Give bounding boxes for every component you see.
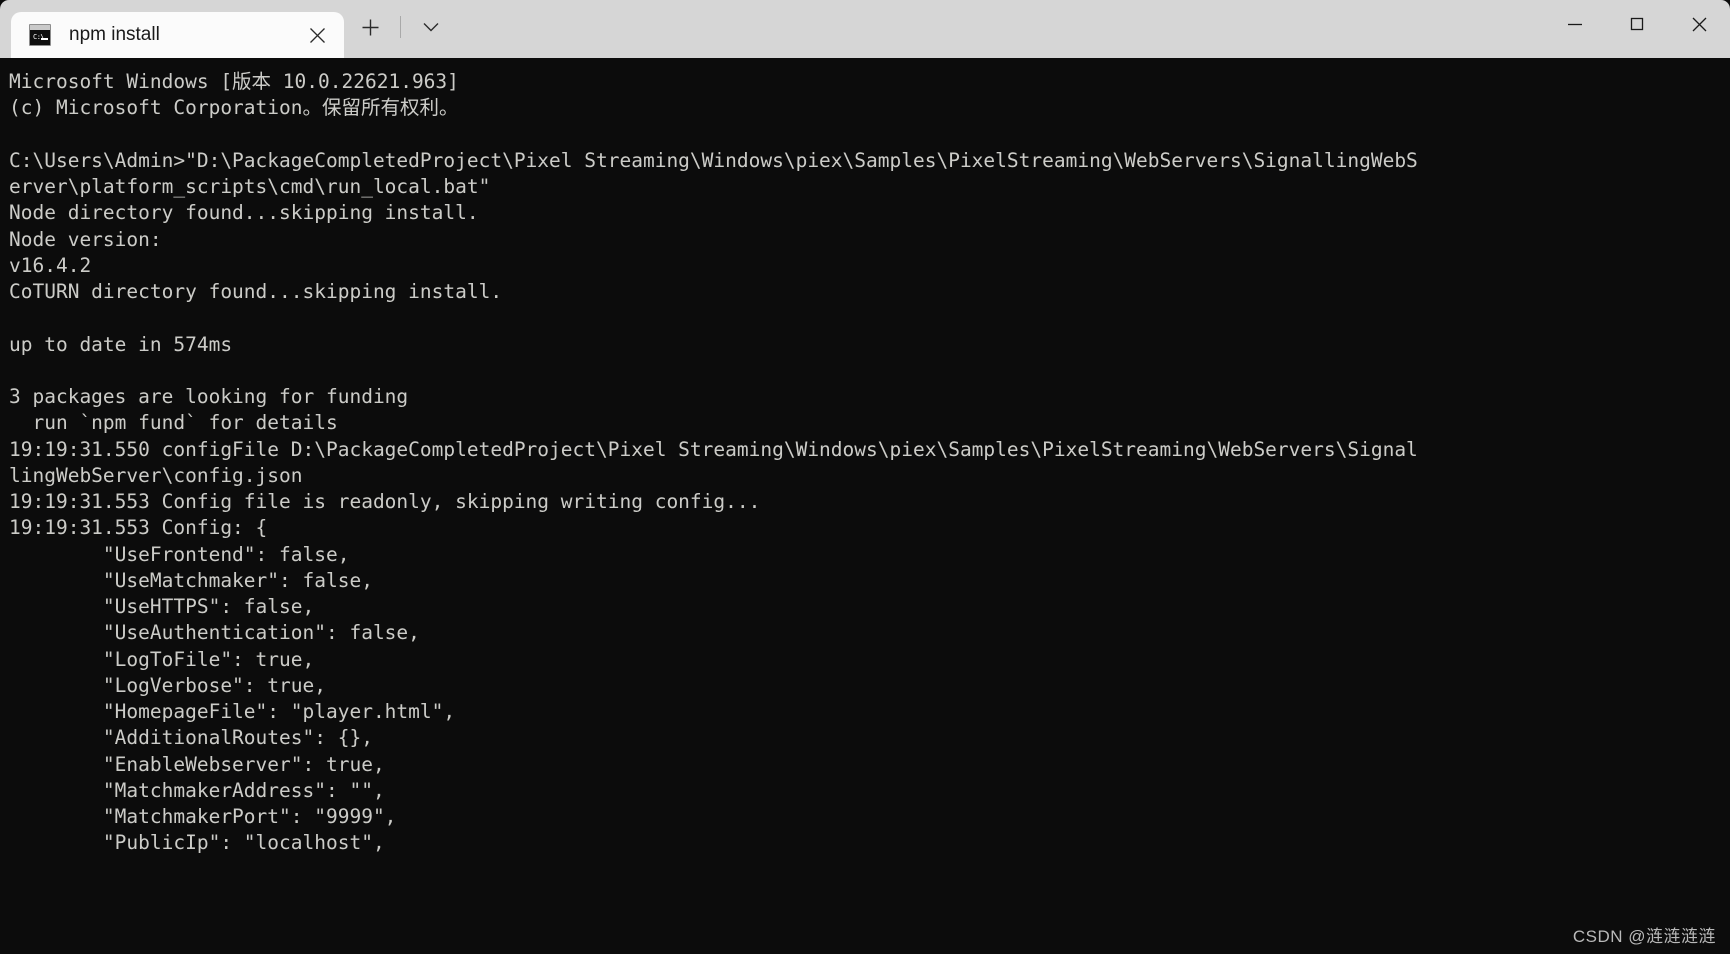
tab-strip: C:\ npm install	[0, 0, 344, 58]
tab-strip-divider	[400, 16, 401, 38]
tab-dropdown-button[interactable]	[411, 8, 451, 46]
tab-strip-actions	[344, 0, 451, 58]
tab-close-icon[interactable]	[300, 18, 334, 52]
maximize-button[interactable]	[1606, 0, 1668, 48]
window-controls	[1544, 0, 1730, 58]
close-button[interactable]	[1668, 0, 1730, 48]
minimize-button[interactable]	[1544, 0, 1606, 48]
console-icon: C:\	[29, 24, 51, 46]
tab-title: npm install	[69, 24, 160, 45]
title-bar: C:\ npm install	[0, 0, 1730, 58]
tab-npm-install[interactable]: C:\ npm install	[11, 12, 344, 58]
terminal-output-area[interactable]: Microsoft Windows [版本 10.0.22621.963] (c…	[0, 58, 1730, 954]
csdn-watermark: CSDN @涟涟涟涟	[1572, 927, 1716, 946]
new-tab-button[interactable]	[350, 8, 390, 46]
terminal-window: C:\ npm install Microsoft Windows [版本 10…	[0, 0, 1730, 954]
title-bar-drag-region[interactable]	[451, 0, 1544, 58]
terminal-text: Microsoft Windows [版本 10.0.22621.963] (c…	[9, 70, 1418, 855]
